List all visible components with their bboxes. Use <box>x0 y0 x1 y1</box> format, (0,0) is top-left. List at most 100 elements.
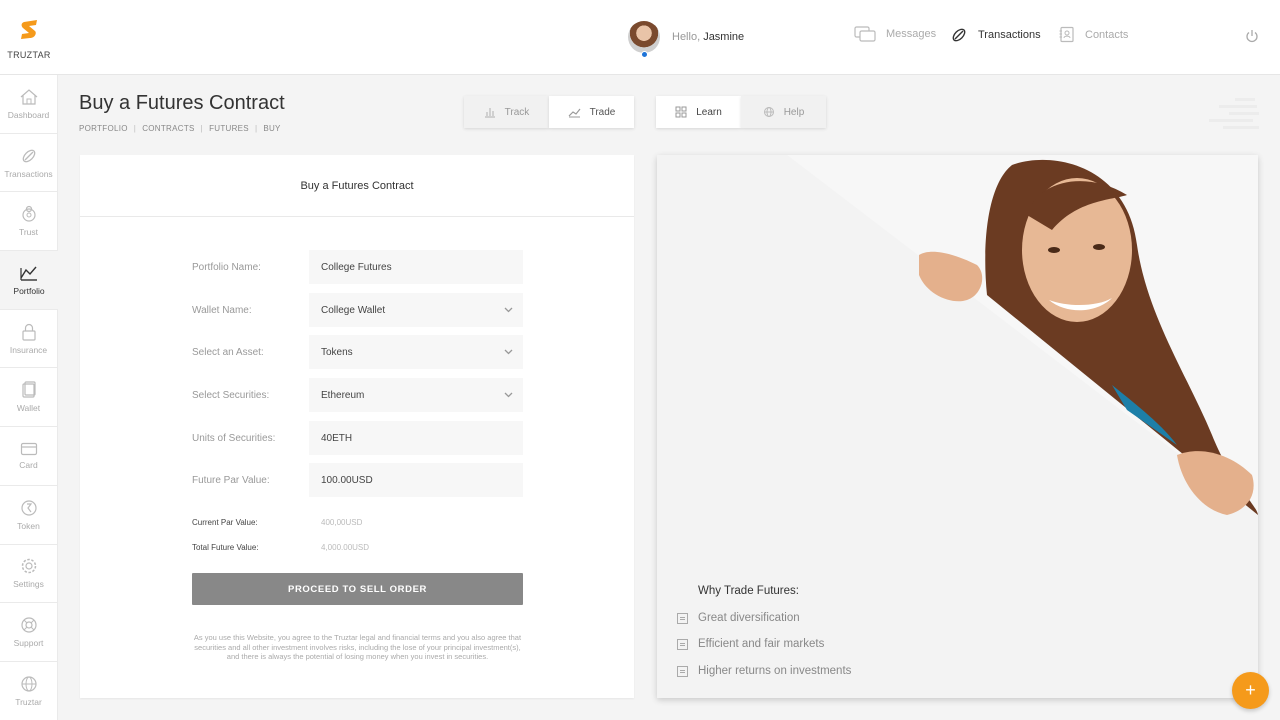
units-label: Units of Securities: <box>192 432 276 444</box>
legal-disclaimer: As you use this Website, you agree to th… <box>193 633 522 662</box>
sidebar-item-label: Truztar <box>15 696 42 707</box>
tab-help[interactable]: Help <box>741 96 826 128</box>
gear-icon <box>21 559 36 574</box>
tab-track-label: Track <box>504 106 530 118</box>
nav-contacts-label: Contacts <box>1085 28 1129 41</box>
brand-name: TRUZTAR <box>7 49 51 60</box>
power-icon[interactable] <box>1245 29 1259 43</box>
breadcrumb-contracts[interactable]: CONTRACTS <box>142 124 194 133</box>
securities-value: Ethereum <box>321 389 365 401</box>
wallet-name-label: Wallet Name: <box>192 304 252 316</box>
current-par-value: 400,00USD <box>321 518 363 527</box>
decorative-lines <box>1209 98 1259 129</box>
user-menu[interactable]: Hello, Jasmine <box>628 21 744 58</box>
sidebar-item-truztar[interactable]: Truztar <box>0 661 58 720</box>
sidebar-item-dashboard[interactable]: Dashboard <box>0 75 58 134</box>
tab-help-label: Help <box>783 106 805 118</box>
asset-select[interactable]: Tokens <box>309 335 523 369</box>
sidebar-item-label: Settings <box>13 579 44 590</box>
list-doc-icon <box>677 665 688 677</box>
sidebar-item-portfolio[interactable]: Portfolio <box>0 251 58 310</box>
sidebar-item-insurance[interactable]: Insurance <box>0 309 58 369</box>
top-bar: TRUZTAR Hello, Jasmine Messages Transact… <box>0 0 1280 75</box>
greeting: Hello, Jasmine <box>672 31 744 43</box>
breadcrumb-buy[interactable]: BUY <box>263 124 280 133</box>
proceed-to-sell-order-button[interactable]: PROCEED TO SELL ORDER <box>192 573 523 605</box>
online-status-dot <box>641 51 648 58</box>
sidebar-item-label: Token <box>17 520 40 531</box>
nav-contacts[interactable]: Contacts <box>1058 26 1128 43</box>
nav-messages-label: Messages <box>886 28 937 40</box>
promo-item-label: Higher returns on investments <box>698 665 852 677</box>
sidebar-item-support[interactable]: Support <box>0 603 58 662</box>
sidebar-item-trust[interactable]: Trust <box>0 192 58 252</box>
tab-learn[interactable]: Learn <box>656 96 741 128</box>
avatar[interactable] <box>628 21 660 58</box>
future-par-input[interactable]: 100.00USD <box>309 463 523 497</box>
sidebar: Dashboard Transactions Trust Portfolio I… <box>0 75 58 720</box>
promo-panel: Why Trade Futures: Great diversification… <box>657 155 1258 698</box>
units-input[interactable]: 40ETH <box>309 421 523 455</box>
current-par-label: Current Par Value: <box>192 518 258 527</box>
nav-transactions-label: Transactions <box>978 29 1041 41</box>
total-future-label: Total Future Value: <box>192 543 259 552</box>
breadcrumb-separator: | <box>254 124 258 133</box>
sidebar-item-label: Insurance <box>9 344 48 355</box>
chevron-down-icon <box>504 349 513 355</box>
total-future-value: 4,000.00USD <box>321 543 370 552</box>
asset-row: Select an Asset: Tokens <box>192 335 523 369</box>
messages-icon <box>854 26 876 42</box>
portfolio-name-label: Portfolio Name: <box>192 261 261 273</box>
nav-messages[interactable]: Messages <box>854 26 936 42</box>
asset-label: Select an Asset: <box>192 346 264 358</box>
contacts-icon <box>1059 26 1074 43</box>
trend-icon <box>568 108 581 118</box>
sidebar-item-wallet[interactable]: Wallet <box>0 368 58 428</box>
sidebar-item-card[interactable]: Card <box>0 427 58 486</box>
nav-transactions[interactable]: Transactions <box>950 26 1041 44</box>
sidebar-item-label: Transactions <box>4 168 53 179</box>
tab-learn-label: Learn <box>696 106 722 118</box>
future-par-label: Future Par Value: <box>192 474 270 486</box>
portfolio-name-value: College Futures <box>321 261 392 273</box>
breadcrumb-futures[interactable]: FUTURES <box>209 124 249 133</box>
home-icon <box>20 89 37 105</box>
wallet-name-row: Wallet Name: College Wallet <box>192 293 523 327</box>
breadcrumb: PORTFOLIO | CONTRACTS | FUTURES | BUY <box>79 124 281 133</box>
support-icon <box>20 617 37 633</box>
units-value: 40ETH <box>321 432 353 444</box>
list-doc-icon <box>677 638 688 650</box>
tab-trade[interactable]: Trade <box>549 96 634 128</box>
card-icon <box>20 442 37 456</box>
future-par-row: Future Par Value: 100.00USD <box>192 463 523 497</box>
promo-item-label: Great diversification <box>698 612 800 624</box>
portfolio-name-input[interactable]: College Futures <box>309 250 523 284</box>
sidebar-item-label: Wallet <box>16 403 41 414</box>
wallet-name-select[interactable]: College Wallet <box>309 293 523 327</box>
tab-trade-label: Trade <box>589 106 616 118</box>
sidebar-item-label: Support <box>13 638 44 649</box>
sidebar-item-token[interactable]: Token <box>0 485 58 545</box>
bar-chart-icon <box>484 108 495 118</box>
securities-select[interactable]: Ethereum <box>309 378 523 412</box>
promo-item: Efficient and fair markets <box>677 638 824 650</box>
tab-track[interactable]: Track <box>464 96 549 128</box>
future-par-value: 100.00USD <box>321 474 373 486</box>
portfolio-icon <box>20 266 37 281</box>
sidebar-item-transactions[interactable]: Transactions <box>0 133 58 193</box>
truztar-logo-icon <box>21 19 37 39</box>
breadcrumb-portfolio[interactable]: PORTFOLIO <box>79 124 128 133</box>
transactions-icon <box>22 149 35 162</box>
breadcrumb-separator: | <box>133 124 137 133</box>
chevron-down-icon <box>504 392 513 398</box>
promo-item-label: Efficient and fair markets <box>698 638 825 650</box>
buy-contract-form: Buy a Futures Contract Portfolio Name: C… <box>80 155 634 698</box>
wallet-name-value: College Wallet <box>321 304 386 316</box>
asset-value: Tokens <box>321 346 353 358</box>
brand[interactable]: TRUZTAR <box>0 0 58 75</box>
globe-icon <box>763 107 774 117</box>
add-button[interactable]: + <box>1232 672 1269 709</box>
sidebar-item-settings[interactable]: Settings <box>0 544 58 604</box>
current-par-row: Current Par Value: 400,00USD <box>192 518 362 527</box>
list-doc-icon <box>677 612 688 624</box>
